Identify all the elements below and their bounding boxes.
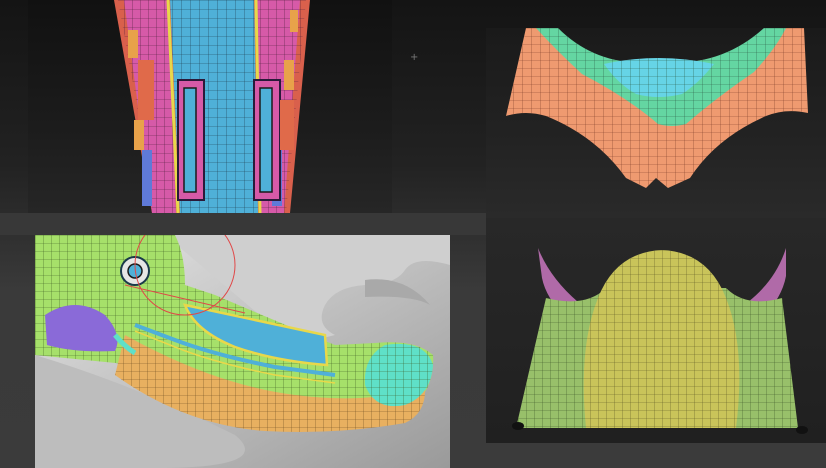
upper-lip-patch-unwrapped[interactable] — [486, 28, 826, 218]
upper-lip-mesh — [506, 28, 808, 188]
panel-divider — [0, 213, 486, 235]
crosshair-icon: + — [410, 52, 419, 63]
chin-strap-mesh — [114, 0, 310, 213]
neck-mesh — [512, 248, 808, 434]
jaw-mesh — [35, 235, 450, 468]
neck-patch-unwrapped[interactable] — [486, 218, 826, 443]
jaw-side-view[interactable] — [35, 235, 450, 468]
chin-strap-front-view[interactable] — [28, 0, 392, 213]
